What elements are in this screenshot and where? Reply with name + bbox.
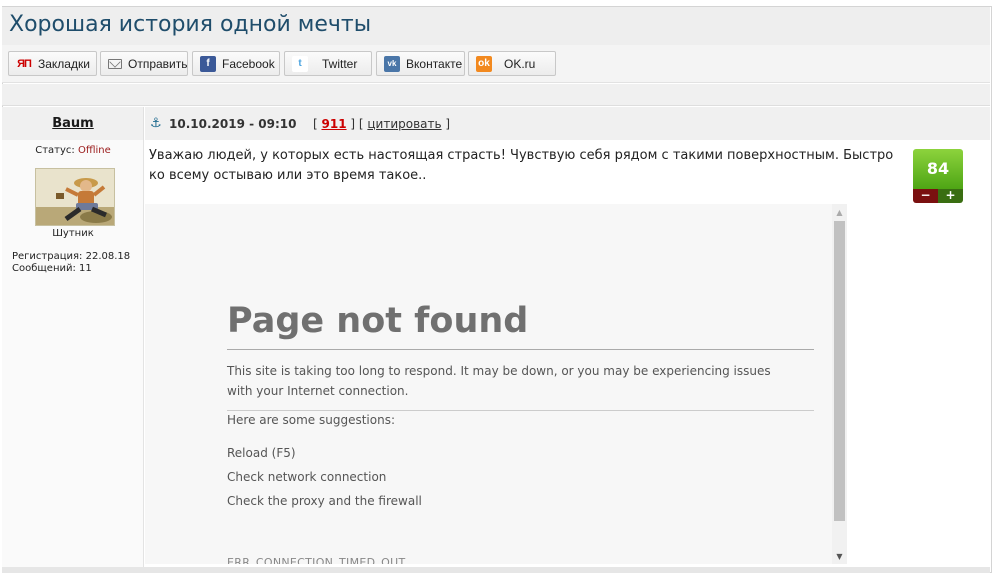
yap-bookmarks-icon: ЯП [17,57,32,70]
facebook-button[interactable]: f Facebook [192,51,280,76]
odnoklassniki-icon: ok [476,55,492,72]
author-stats: Регистрация: 22.08.18 Сообщений: 11 [12,251,130,275]
post-header: ⚓ 10.10.2019 - 09:10 [ 911 ] [ цитироват… [145,107,990,140]
post-datetime: 10.10.2019 - 09:10 [169,117,297,131]
post-text: Уважаю людей, у которых есть настоящая с… [149,148,894,183]
error-description: This site is taking too long to respond.… [227,364,771,398]
rating-score: 84 [913,149,963,189]
facebook-label: Facebook [222,56,275,71]
rating-minus-button[interactable]: − [913,189,938,203]
embedded-frame: Page not found This site is taking too l… [145,204,847,564]
avatar [35,168,115,226]
bottom-border [2,567,990,573]
send-button[interactable]: Отправить [100,51,188,76]
status-label: Статус: [35,145,75,156]
post-meta: [ 911 ] [ цитировать ] [313,117,451,131]
post-body: Уважаю людей, у которых есть настоящая с… [145,140,990,573]
mail-icon [108,58,122,69]
suggestion-network: Check network connection [227,470,387,484]
rating-widget: 84 − + [913,149,964,204]
send-label: Отправить [128,56,188,71]
page-title: Хорошая история одной мечты [9,12,372,37]
divider [227,349,814,350]
quote-link[interactable]: цитировать [367,117,441,131]
scrollbar-thumb[interactable] [834,221,845,521]
error-heading: Page not found [227,301,529,341]
okru-label: OK.ru [504,56,536,71]
suggestion-reload: Reload (F5) [227,446,296,460]
status-value: Offline [77,145,111,156]
vkontakte-button[interactable]: vk Вконтакте [376,51,465,76]
avatar-illustration [36,169,114,225]
registration-date: Регистрация: 22.08.18 [12,251,131,262]
twitter-label: Twitter [322,56,358,71]
share-toolbar: ЯП Закладки Отправить f Facebook t Twitt… [2,45,990,83]
post-number-link[interactable]: 911 [322,117,347,131]
author-rank: Шутник [52,228,94,239]
error-code: ERR_CONNECTION_TIMED_OUT [227,556,406,564]
post-author-header: Baum [2,107,144,140]
scroll-up-arrow-icon[interactable]: ▲ [832,206,847,220]
bookmarks-label: Закладки [38,56,90,71]
author-status: Статус: Offline [2,145,144,156]
vkontakte-icon: vk [384,55,400,72]
scroll-down-arrow-icon[interactable]: ▼ [832,550,847,564]
embed-scrollbar[interactable]: ▲ ▼ [832,204,847,564]
divider [227,410,814,411]
rating-plus-button[interactable]: + [938,189,963,203]
okru-button[interactable]: ok OK.ru [468,51,556,76]
separator-bar [2,84,990,106]
suggestions-label: Here are some suggestions: [227,413,395,427]
author-name-link[interactable]: Baum [2,116,144,131]
title-bar: Хорошая история одной мечты [2,7,990,45]
facebook-icon: f [200,55,216,72]
suggestion-proxy: Check the proxy and the firewall [227,494,422,508]
vkontakte-label: Вконтакте [406,56,463,71]
bookmarks-button[interactable]: ЯП Закладки [8,51,97,76]
twitter-icon: t [292,55,308,72]
author-panel: Статус: Offline Шутник Регистрация: 22.0… [2,140,144,573]
twitter-button[interactable]: t Twitter [284,51,372,76]
message-count: Сообщений: 11 [12,263,92,274]
anchor-icon[interactable]: ⚓ [150,116,162,131]
